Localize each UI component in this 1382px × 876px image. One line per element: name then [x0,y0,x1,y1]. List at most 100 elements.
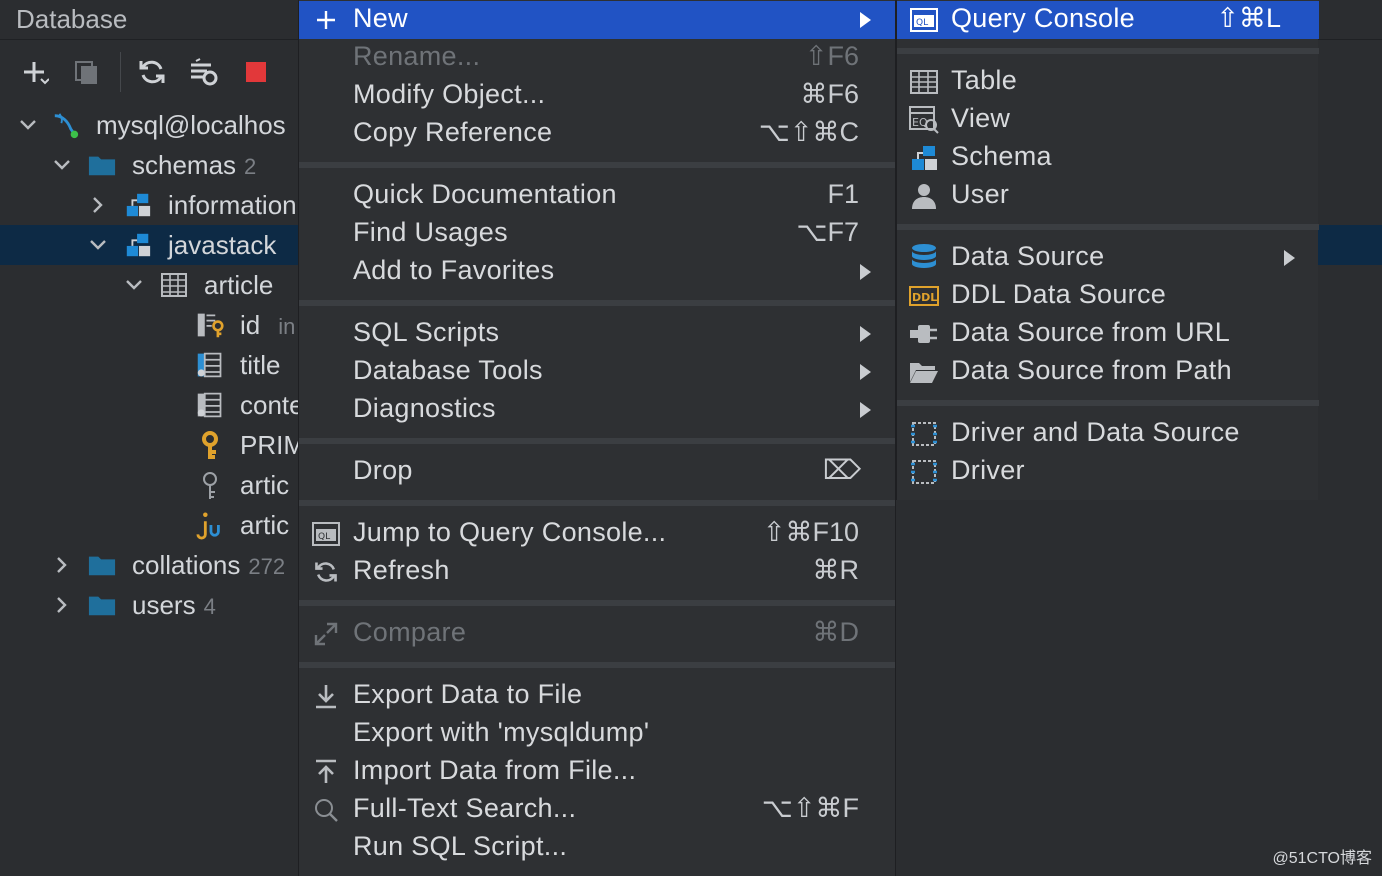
delete-forward-icon: ⌦ [822,455,861,485]
menu-item-label: Quick Documentation [353,179,617,209]
tree-node-column-content[interactable]: conte [0,385,298,425]
submenu-item-shortcut: ⇧⌘L [1216,3,1281,33]
svg-text:DDL: DDL [912,291,937,304]
menu-item-drop[interactable]: Drop ⌦ [299,453,895,491]
menu-item-modify-object[interactable]: Modify Object... ⌘F6 [299,77,895,115]
query-console-icon: QL [909,5,939,35]
menu-item-shortcut: ⌘D [812,617,860,647]
tree-node-javastack[interactable]: javastack [0,225,298,265]
chevron-right-icon[interactable] [52,545,72,585]
chevron-down-icon[interactable] [88,225,108,265]
tree-node-column-id[interactable]: id in [0,305,298,345]
chevron-down-icon[interactable] [124,265,144,305]
submenu-item-schema[interactable]: Schema [897,139,1319,177]
refresh-icon [311,557,341,587]
database-icon [909,243,939,273]
menu-item-label: Database Tools [353,355,543,385]
submenu-item-label: Table [951,65,1018,95]
menu-item-export-data-to-file[interactable]: Export Data to File [299,677,895,715]
menu-item-database-tools[interactable]: Database Tools [299,353,895,391]
folder-icon [88,591,116,619]
data-source-properties-button[interactable] [186,54,222,90]
menu-item-shortcut: ⌥⇧⌘C [758,117,859,147]
menu-item-diagnostics[interactable]: Diagnostics [299,391,895,429]
tree-label-column-id: id [240,310,261,340]
menu-item-label: Find Usages [353,217,508,247]
stop-button[interactable] [238,54,274,90]
chevron-down-icon[interactable] [52,145,72,185]
query-console-icon: QL [311,519,341,549]
tree-label-unique-index: artic [240,510,290,540]
submenu-item-ddl-data-source[interactable]: DDL DDL Data Source [897,277,1319,315]
tree-node-information-schema[interactable]: information [0,185,298,225]
tree-count-collations: 272 [248,554,286,579]
menu-item-new[interactable]: New [299,1,895,39]
tree-node-column-title[interactable]: title [0,345,298,385]
menu-item-label: Modify Object... [353,79,546,109]
toolbar-separator [120,52,121,92]
tree-node-data-source[interactable]: mysql@localhos [0,105,298,145]
duplicate-button[interactable] [68,54,104,90]
tree-node-schemas[interactable]: schemas 2 [0,145,298,185]
menu-item-label: Refresh [353,555,450,585]
submenu-item-view[interactable]: EQ View [897,101,1319,139]
tree-node-primary-key[interactable]: PRIM [0,425,298,465]
menu-item-quick-documentation[interactable]: Quick Documentation F1 [299,177,895,215]
column-icon [196,351,224,379]
submenu-arrow-icon [1284,250,1295,266]
menu-item-label: SQL Scripts [353,317,500,347]
submenu-item-label: Driver [951,455,1025,485]
menu-item-jump-to-query-console[interactable]: QL Jump to Query Console... ⇧⌘F10 [299,515,895,553]
refresh-button[interactable] [134,54,170,90]
download-icon [311,681,341,711]
menu-item-add-to-favorites[interactable]: Add to Favorites [299,253,895,291]
upload-icon [311,757,341,787]
tree-node-unique-index[interactable]: artic [0,505,298,545]
submenu-item-table[interactable]: Table [897,63,1319,101]
menu-item-shortcut: ⌥F7 [796,217,859,247]
ddl-icon: DDL [909,281,939,311]
submenu-item-driver-and-data-source[interactable]: Driver and Data Source [897,415,1319,453]
menu-item-sql-scripts[interactable]: SQL Scripts [299,315,895,353]
context-menu: New Rename... ⇧F6 Modify Object... ⌘F6 C… [298,0,896,876]
table-icon [160,271,188,299]
tree-label-article: article [204,270,274,300]
submenu-item-query-console[interactable]: QL Query Console ⇧⌘L [897,1,1319,39]
schema-icon [124,231,152,259]
table-icon [909,67,939,97]
submenu-item-driver[interactable]: Driver [897,453,1319,491]
add-button[interactable] [16,54,52,90]
tree-node-users[interactable]: users 4 [0,585,298,625]
driver-icon [909,419,939,449]
submenu-item-label: DDL Data Source [951,279,1167,309]
menu-item-find-usages[interactable]: Find Usages ⌥F7 [299,215,895,253]
tree-label-collations: collations [132,550,241,580]
menu-item-copy-reference[interactable]: Copy Reference ⌥⇧⌘C [299,115,895,153]
menu-item-export-with-mysqldump[interactable]: Export with 'mysqldump' [299,715,895,753]
submenu-arrow-icon [860,326,871,342]
submenu-item-user[interactable]: User [897,177,1319,215]
column-key-icon [196,311,224,339]
submenu-item-data-source[interactable]: Data Source [897,239,1319,277]
view-icon: EQ [909,105,939,135]
chevron-down-icon[interactable] [18,105,38,145]
url-plug-icon [909,319,939,349]
submenu-item-label: Data Source from URL [951,317,1231,347]
menu-item-import-data-from-file[interactable]: Import Data from File... [299,753,895,791]
menu-item-full-text-search[interactable]: Full-Text Search... ⌥⇧⌘F [299,791,895,829]
submenu-item-data-source-from-url[interactable]: Data Source from URL [897,315,1319,353]
watermark: @51CTO博客 [1272,850,1372,867]
chevron-right-icon[interactable] [88,185,108,225]
menu-item-run-sql-script[interactable]: Run SQL Script... [299,829,895,867]
tree-label-column-title: title [240,350,281,380]
menu-separator [299,300,895,306]
tree-node-article[interactable]: article [0,265,298,305]
tree-node-collations[interactable]: collations 272 [0,545,298,585]
index-key-icon [196,471,224,499]
submenu-item-label: Data Source [951,241,1105,271]
tree-node-index[interactable]: artic [0,465,298,505]
menu-item-compare: Compare ⌘D [299,615,895,653]
menu-item-refresh[interactable]: Refresh ⌘R [299,553,895,591]
chevron-right-icon[interactable] [52,585,72,625]
submenu-item-data-source-from-path[interactable]: Data Source from Path [897,353,1319,391]
